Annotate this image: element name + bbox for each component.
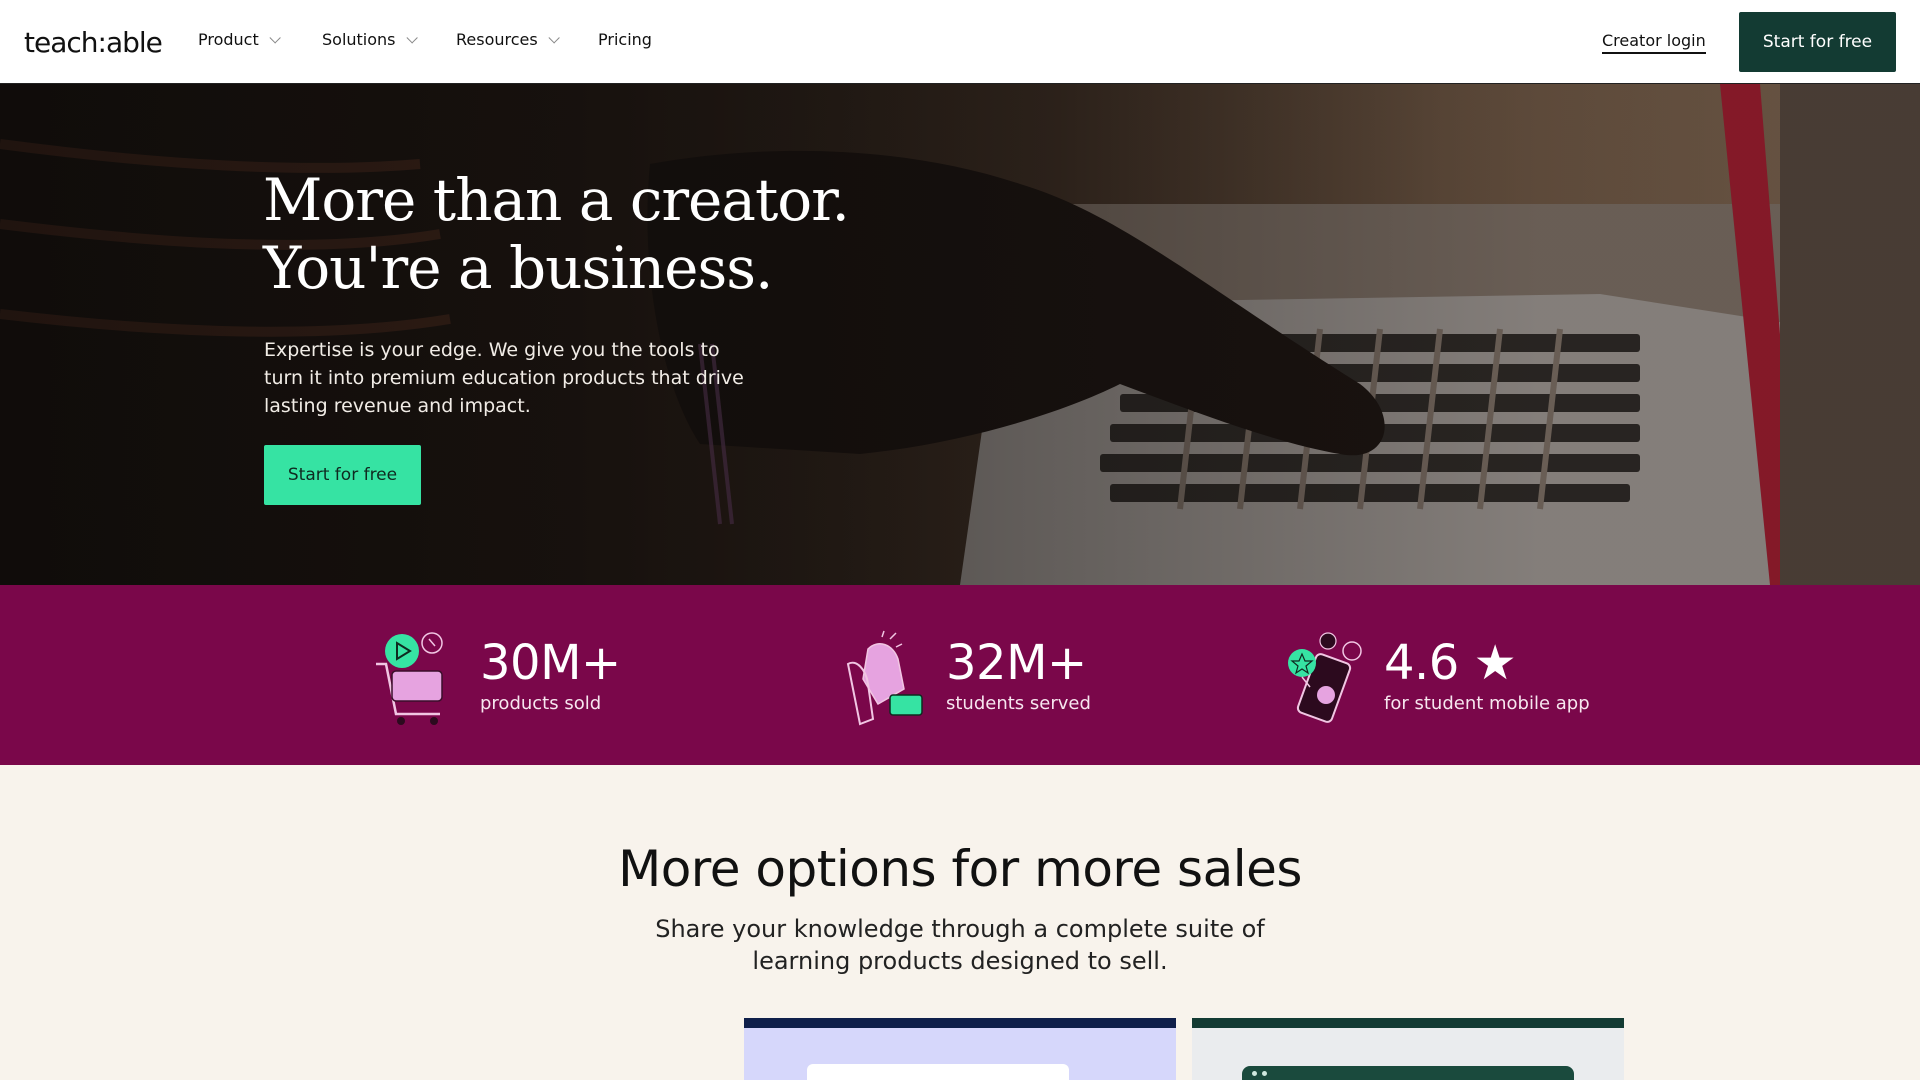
chevron-down-icon	[269, 31, 281, 44]
product-card-preview[interactable]	[744, 1018, 1176, 1080]
stat-value: 4.6 ★	[1384, 635, 1517, 691]
nav-item-pricing[interactable]: Pricing	[598, 30, 652, 49]
shopping-cart-icon	[376, 632, 443, 725]
window-dot	[1262, 1071, 1267, 1076]
hero-start-for-free-button[interactable]: Start for free	[264, 445, 421, 505]
stat-label: products sold	[480, 693, 602, 714]
hero-section: More than a creator. You're a business. …	[0, 84, 1920, 585]
chevron-down-icon	[548, 31, 560, 44]
nav-item-label: Product	[198, 30, 259, 49]
nav-item-solutions[interactable]: Solutions	[322, 30, 418, 49]
window-dot	[1252, 1071, 1257, 1076]
nav-item-resources[interactable]: Resources	[456, 30, 560, 49]
nav-item-label: Solutions	[322, 30, 396, 49]
stat-value: 30M+	[480, 635, 621, 691]
nav-item-product[interactable]: Product	[198, 30, 281, 49]
hero-heading-line-1: More than a creator.	[263, 166, 850, 234]
nav-item-label: Pricing	[598, 30, 652, 49]
stat-label: students served	[946, 693, 1091, 714]
hero-heading: More than a creator. You're a business.	[263, 166, 850, 302]
chevron-down-icon	[405, 31, 418, 44]
teachable-logo[interactable]: teach:able	[24, 26, 163, 59]
hero-subtitle: Expertise is your edge. We give you the …	[264, 339, 744, 417]
creator-login-link[interactable]: Creator login	[1602, 31, 1706, 54]
hero-overlay	[0, 84, 1920, 585]
card-preview-panel	[1242, 1066, 1574, 1080]
card-preview-panel	[807, 1064, 1069, 1080]
product-card-preview[interactable]	[1192, 1018, 1624, 1080]
hero-heading-line-2: You're a business.	[263, 234, 773, 302]
start-for-free-button[interactable]: Start for free	[1739, 12, 1896, 72]
options-heading: More options for more sales	[618, 840, 1302, 898]
mobile-app-icon	[1288, 632, 1362, 723]
top-navigation: teach:able Product Solutions Resources P…	[0, 0, 1920, 84]
nav-item-label: Resources	[456, 30, 538, 49]
stat-value: 32M+	[946, 635, 1087, 691]
stat-label: for student mobile app	[1384, 693, 1590, 714]
high-five-icon	[846, 630, 923, 726]
stats-band: 30M+ products sold 32M+ students served	[0, 585, 1920, 765]
options-subtitle: Share your knowledge through a complete …	[655, 915, 1265, 975]
